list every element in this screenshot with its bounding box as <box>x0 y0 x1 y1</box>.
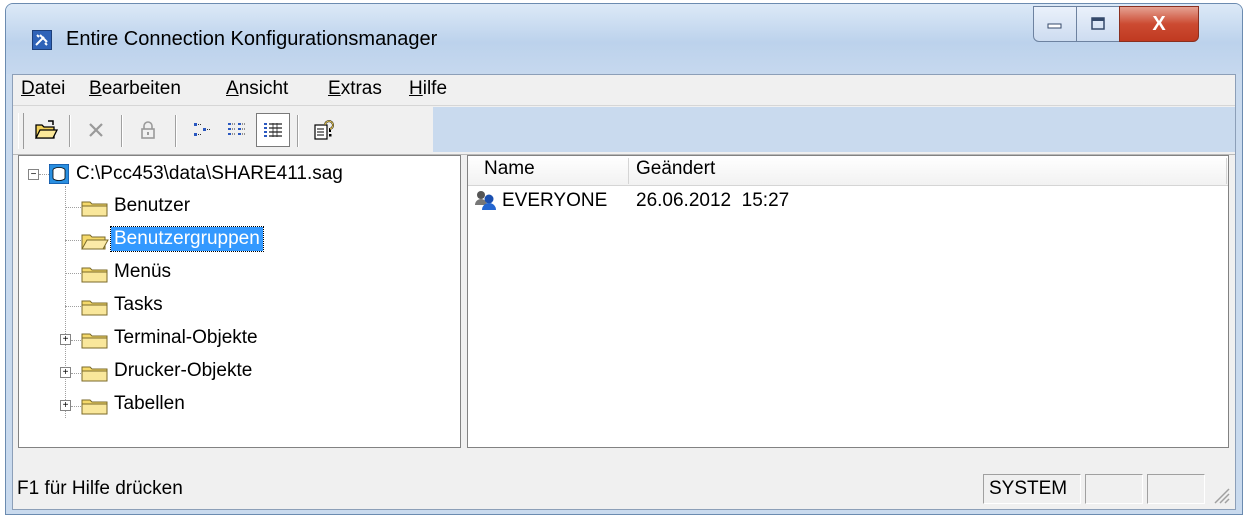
status-bar: F1 für Hilfe drücken SYSTEM <box>13 464 1235 509</box>
open-button[interactable] <box>29 113 63 147</box>
menu-bearbeiten[interactable]: Bearbeiten <box>89 78 181 100</box>
close-button[interactable]: X <box>1119 6 1199 42</box>
list-view-icon <box>228 123 246 135</box>
status-panel-2 <box>1085 474 1143 504</box>
open-folder-icon <box>34 120 58 139</box>
maximize-icon <box>1091 17 1105 30</box>
user-group-icon <box>475 191 496 210</box>
help-context-icon <box>314 120 334 140</box>
small-icons-view-icon <box>194 123 210 136</box>
list-view-button[interactable] <box>220 113 254 147</box>
list-item-name: EVERYONE <box>502 190 608 211</box>
list-header: Name Geändert <box>468 156 1228 186</box>
folder-icon <box>81 366 108 382</box>
status-panel-user: SYSTEM <box>983 474 1081 504</box>
menu-extras[interactable]: Extras <box>328 78 382 100</box>
toolbar-grip[interactable] <box>18 113 24 149</box>
toolbar <box>13 106 1235 155</box>
lock-icon <box>141 121 155 139</box>
title-bar[interactable]: Entire Connection Konfigurationsmanager … <box>6 4 1242 74</box>
close-icon: X <box>1152 12 1166 35</box>
minimize-button[interactable] <box>1033 6 1077 42</box>
delete-icon <box>89 123 103 137</box>
open-folder-icon <box>81 234 109 250</box>
expand-toggle[interactable]: + <box>60 367 71 378</box>
tree-root-label[interactable]: C:\Pcc453\data\SHARE411.sag <box>73 162 346 186</box>
tree-view[interactable]: − C:\Pcc453\data\SHARE411.sag Benutzer B… <box>18 155 461 448</box>
delete-button[interactable] <box>79 113 113 147</box>
folder-icon <box>81 267 108 283</box>
menu-bar: Datei Bearbeiten Ansicht Extras Hilfe <box>13 75 1235 106</box>
list-item[interactable]: EVERYONE 26.06.2012 15:27 <box>468 186 1228 216</box>
list-item-changed: 26.06.2012 15:27 <box>636 190 790 211</box>
window-title: Entire Connection Konfigurationsmanager <box>66 28 438 50</box>
column-header-name[interactable]: Name <box>484 158 535 180</box>
details-view-button[interactable] <box>256 113 290 147</box>
lock-button[interactable] <box>131 113 165 147</box>
database-icon <box>48 163 70 185</box>
folder-icon <box>81 201 108 217</box>
menu-ansicht[interactable]: Ansicht <box>226 78 288 100</box>
resize-grip-icon[interactable] <box>1209 483 1231 505</box>
expand-toggle[interactable]: + <box>60 334 71 345</box>
expand-toggle[interactable]: + <box>60 400 71 411</box>
status-help-text: F1 für Hilfe drücken <box>17 478 183 499</box>
application-window: Entire Connection Konfigurationsmanager … <box>5 3 1243 515</box>
list-view[interactable]: Name Geändert EVERYONE 26.06.2012 15:27 <box>467 155 1229 448</box>
small-icons-view-button[interactable] <box>185 113 219 147</box>
folder-icon <box>81 333 108 349</box>
context-help-button[interactable] <box>307 113 341 147</box>
root-collapse-toggle[interactable]: − <box>28 169 39 180</box>
column-header-geaendert[interactable]: Geändert <box>636 158 715 180</box>
client-area: Datei Bearbeiten Ansicht Extras Hilfe − … <box>12 74 1236 510</box>
app-tools-icon[interactable] <box>32 30 52 50</box>
folder-icon <box>81 300 108 316</box>
minimize-icon <box>1047 23 1062 29</box>
folder-icon <box>81 399 108 415</box>
maximize-button[interactable] <box>1076 6 1120 42</box>
menu-datei[interactable]: Datei <box>21 78 65 100</box>
details-view-icon <box>264 123 282 137</box>
menu-hilfe[interactable]: Hilfe <box>409 78 447 100</box>
status-panel-3 <box>1147 474 1205 504</box>
